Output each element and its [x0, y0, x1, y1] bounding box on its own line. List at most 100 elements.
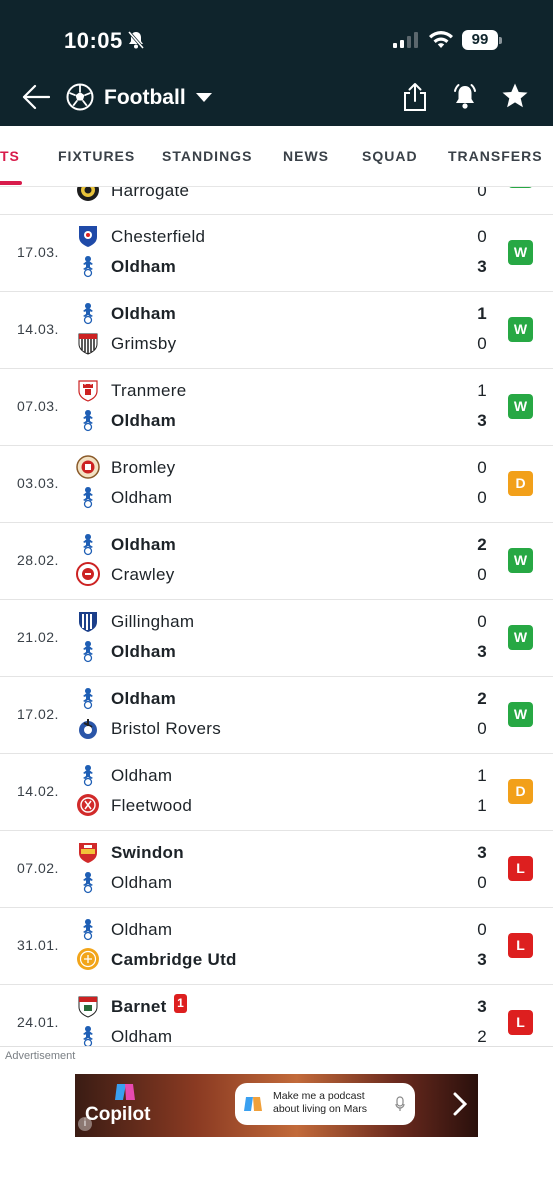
away-score: 0	[477, 873, 487, 892]
home-score: 3	[477, 843, 487, 862]
away-score: 0	[477, 719, 487, 738]
away-team-name: Fleetwood	[111, 796, 193, 815]
fleetwood-crest-icon	[77, 794, 99, 816]
copilot-mini-icon	[244, 1097, 262, 1111]
result-badge: W	[508, 187, 533, 188]
tab-squad[interactable]: SQUAD	[362, 148, 418, 164]
match-row[interactable]: 14.03. Oldham 1 Grimsby 0 W	[0, 291, 553, 369]
wifi-icon	[429, 31, 453, 48]
oldham-crest-icon	[83, 641, 93, 663]
tab-news[interactable]: NEWS	[283, 148, 329, 164]
home-score: 1	[477, 381, 487, 400]
ad-prompt-bubble: Make me a podcast about living on Mars	[235, 1083, 415, 1125]
match-row[interactable]: 28.02. Oldham 2 Crawley 0 W	[0, 522, 553, 600]
bristol-rovers-crest-icon	[79, 719, 97, 739]
advertisement-area: Advertisement Copilot i Make me a podcas…	[0, 1046, 553, 1201]
home-team-name: Swindon	[111, 843, 184, 862]
advertisement-label: Advertisement	[5, 1050, 76, 1062]
tab-fixtures[interactable]: FIXTURES	[58, 148, 135, 164]
match-row[interactable]: 17.02. Oldham 2 Bristol Rovers 0 W	[0, 676, 553, 754]
notification-bell-icon[interactable]	[451, 82, 479, 112]
share-icon[interactable]	[402, 82, 428, 112]
home-score: 0	[477, 458, 487, 477]
crawley-crest-icon	[76, 562, 100, 586]
away-team-name: Oldham	[111, 873, 173, 892]
tab-results[interactable]: TS	[0, 148, 20, 164]
home-score: 1	[477, 766, 487, 785]
match-row[interactable]: 14.02. Oldham 1 Fleetwood 1 D	[0, 753, 553, 831]
chevron-down-icon[interactable]	[196, 93, 212, 102]
sport-selector-label[interactable]: Football	[104, 86, 186, 110]
match-date: 03.03.	[17, 475, 59, 491]
match-date: 07.02.	[17, 860, 59, 876]
result-badge: D	[508, 471, 533, 496]
bromley-crest-icon	[76, 455, 100, 479]
match-row[interactable]: 07.03. Tranmere 1 Oldham 3 W	[0, 368, 553, 446]
match-date: 14.03.	[17, 321, 59, 337]
match-row[interactable]: 31.01. Oldham 0 Cambridge Utd 3 L	[0, 907, 553, 985]
oldham-crest-icon	[83, 872, 93, 894]
status-time: 10:05	[64, 28, 123, 53]
tab-standings[interactable]: STANDINGS	[162, 148, 252, 164]
result-badge: W	[508, 548, 533, 573]
match-row[interactable]: 17.03. Chesterfield 0 Oldham 3 W	[0, 214, 553, 292]
oldham-crest-icon	[83, 688, 93, 710]
away-team-name: Oldham	[111, 257, 177, 276]
tab-transfers[interactable]: TRANSFERS	[448, 148, 543, 164]
oldham-crest-icon	[83, 410, 93, 432]
home-team-name: Oldham	[111, 304, 177, 323]
oldham-crest-icon	[83, 256, 93, 278]
away-score: 0	[477, 334, 487, 353]
away-score: 3	[477, 411, 487, 430]
ad-prompt-text: Make me a podcast about living on Mars	[273, 1090, 367, 1115]
match-row[interactable]: 07.02. Swindon 3 Oldham 0 L	[0, 830, 553, 908]
back-arrow-icon[interactable]	[22, 84, 50, 110]
ad-brand-name: Copilot	[85, 1104, 151, 1125]
oldham-crest-icon	[83, 765, 93, 787]
chevron-right-icon[interactable]	[453, 1092, 467, 1116]
away-score: 3	[477, 257, 487, 276]
home-score: 1	[477, 304, 487, 323]
ad-info-icon[interactable]: i	[78, 1117, 92, 1131]
app-header: 10:05 99 Football	[0, 0, 553, 126]
match-row[interactable]: 21.02. Gillingham 0 Oldham 3 W	[0, 599, 553, 677]
match-row[interactable]: 03.03. Bromley 0 Oldham 0 D	[0, 445, 553, 523]
result-badge: L	[508, 1010, 533, 1035]
result-badge: L	[508, 856, 533, 881]
harrogate-crest-icon	[77, 187, 99, 201]
microphone-icon	[395, 1096, 405, 1111]
away-score: 0	[477, 488, 487, 507]
home-score: 2	[477, 535, 487, 554]
result-badge: W	[508, 317, 533, 342]
home-team-name: Harrogate	[111, 187, 190, 200]
cellular-signal-icon	[393, 32, 418, 48]
home-score: 0	[477, 612, 487, 631]
match-row[interactable]: 24.01. Barnet 1 3 Oldham 2 L	[0, 984, 553, 1047]
away-team-name: Oldham	[111, 642, 177, 661]
away-team-name: Bristol Rovers	[111, 719, 222, 738]
barnet-crest-icon	[78, 996, 98, 1018]
home-team-name: Oldham	[111, 535, 177, 554]
away-team-name: Cambridge Utd	[111, 950, 237, 969]
battery-indicator: 99	[462, 30, 498, 50]
match-row[interactable]: Harrogate 0 W	[0, 187, 553, 215]
tab-bar: TS FIXTURES STANDINGS NEWS SQUAD TRANSFE…	[0, 126, 553, 187]
oldham-crest-icon	[83, 303, 93, 325]
favorite-star-icon[interactable]	[501, 82, 529, 110]
match-date: 17.03.	[17, 244, 59, 260]
football-icon	[66, 83, 94, 111]
tranmere-crest-icon	[78, 380, 98, 402]
oldham-crest-icon	[83, 487, 93, 509]
battery-tip	[499, 37, 502, 44]
away-score: 3	[477, 950, 487, 969]
red-card-count: 1	[174, 994, 187, 1013]
home-team-name: Bromley	[111, 458, 176, 477]
home-team-name: Chesterfield	[111, 227, 206, 246]
ad-banner[interactable]: Copilot i Make me a podcast about living…	[75, 1074, 478, 1137]
home-team-name: Barnet	[111, 997, 167, 1016]
home-team-name: Gillingham	[111, 612, 195, 631]
away-score: 2	[477, 1027, 487, 1046]
results-list[interactable]: Harrogate 0 W 17.03. Chesterfield 0 Oldh…	[0, 187, 553, 1047]
match-date: 24.01.	[17, 1014, 59, 1030]
away-score: 3	[477, 642, 487, 661]
